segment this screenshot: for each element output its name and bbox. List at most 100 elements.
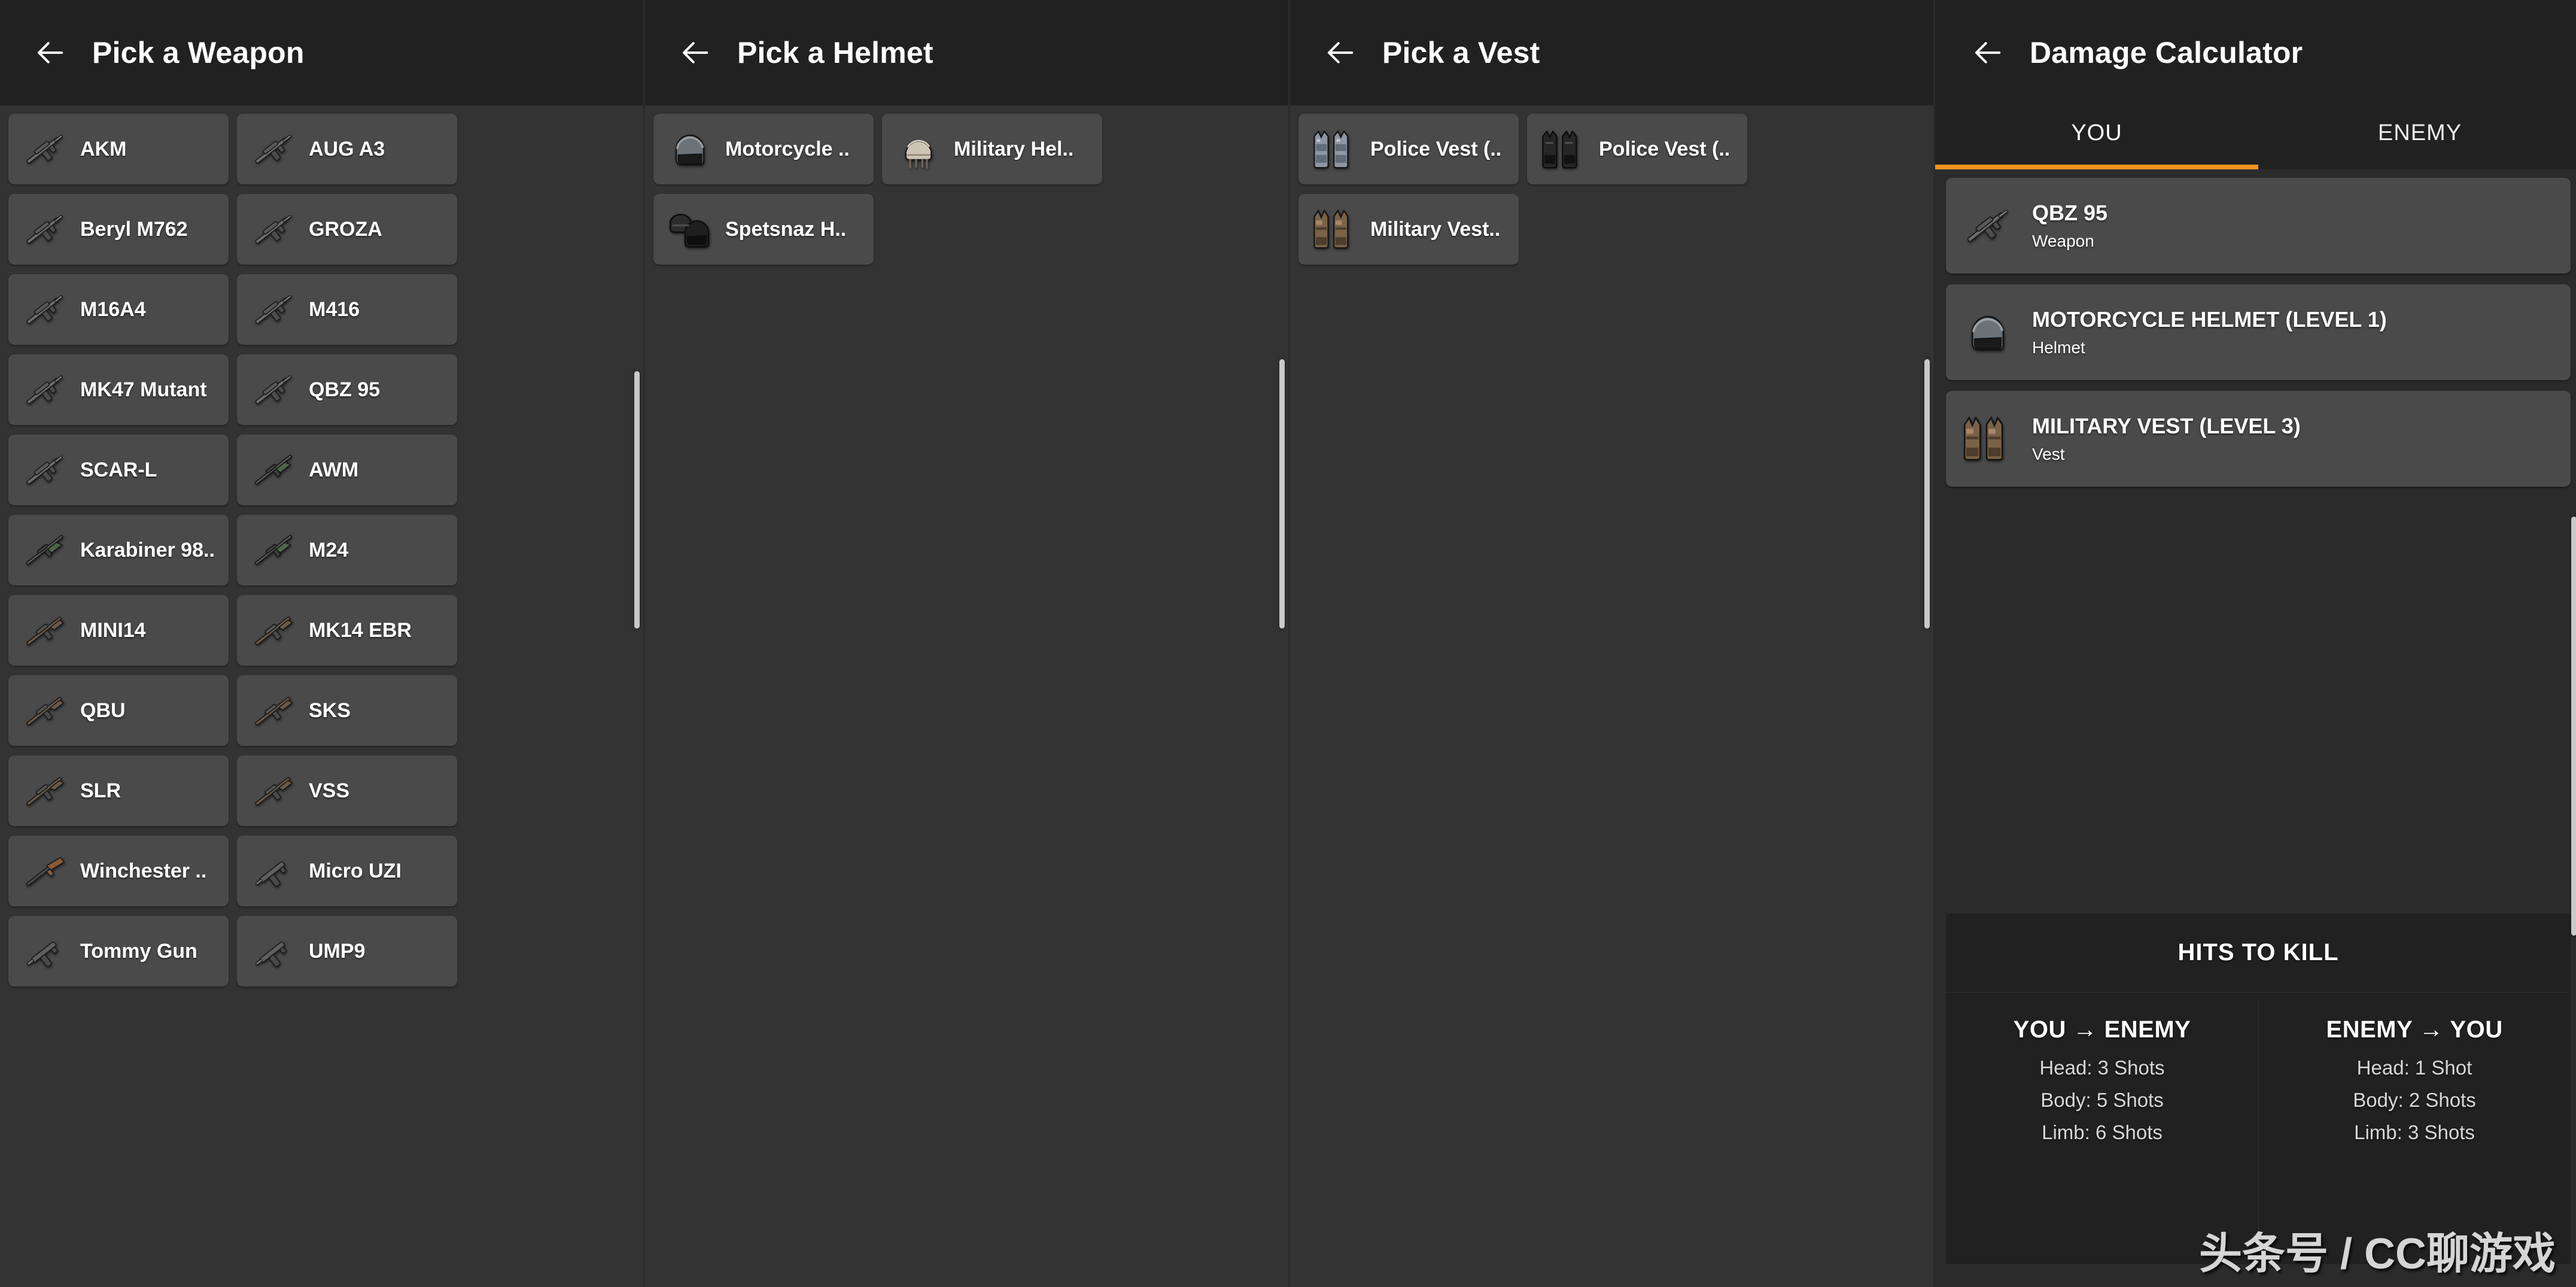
item-card[interactable]: SCAR-L	[8, 435, 229, 505]
item-card[interactable]: Spetsnaz H..	[653, 194, 874, 265]
damage-calculator-app: Pick a Weapon AKM AUG A3 Beryl M762 GROZA M1…	[0, 0, 2576, 1287]
equipment-kind: Vest	[2032, 445, 2065, 463]
helmet-scrollbar[interactable]	[1279, 359, 1285, 629]
item-label: AWM	[309, 458, 359, 481]
military-vest-icon	[1959, 410, 2017, 468]
item-label: SKS	[309, 699, 351, 722]
equipment-card[interactable]: MILITARY VEST (LEVEL 3) Vest	[1946, 391, 2571, 487]
item-card[interactable]: GROZA	[237, 194, 457, 265]
weapon-picker-column: Pick a Weapon AKM AUG A3 Beryl M762 GROZA M1…	[0, 0, 643, 1287]
police-vest-icon	[1309, 123, 1361, 175]
item-card[interactable]: AKM	[8, 114, 229, 184]
item-card[interactable]: Micro UZI	[237, 836, 457, 906]
equipment-kind: Weapon	[2032, 232, 2094, 250]
item-label: Karabiner 98..	[80, 538, 215, 561]
rifle-icon	[19, 444, 71, 496]
rifle-icon	[248, 284, 299, 335]
item-label: AKM	[80, 137, 127, 160]
item-card[interactable]: Winchester ..	[8, 836, 229, 906]
item-label: AUG A3	[309, 137, 385, 160]
item-card[interactable]: Karabiner 98..	[8, 515, 229, 585]
shotgun-icon	[19, 845, 71, 897]
weapon-title: Pick a Weapon	[92, 36, 305, 69]
item-label: Spetsnaz H..	[725, 217, 847, 241]
equipment-card[interactable]: MOTORCYCLE HELMET (LEVEL 1) Helmet	[1946, 284, 2571, 380]
item-card[interactable]: QBZ 95	[237, 354, 457, 425]
military-vest-icon	[1309, 204, 1361, 255]
rifle-icon	[248, 364, 299, 415]
item-label: GROZA	[309, 217, 382, 241]
item-card[interactable]: MINI14	[8, 595, 229, 666]
tab-enemy[interactable]: ENEMY	[2258, 105, 2576, 169]
helmet-picker-column: Pick a Helmet Motorcycle .. Military Hel.…	[645, 0, 1288, 1287]
back-arrow-icon[interactable]	[1321, 34, 1358, 71]
helmet-title: Pick a Helmet	[737, 36, 933, 69]
item-label: Police Vest (..	[1370, 137, 1502, 160]
hits-to-kill-title: HITS TO KILL	[1946, 913, 2571, 992]
back-arrow-icon[interactable]	[1969, 34, 2006, 71]
item-card[interactable]: M24	[237, 515, 457, 585]
back-arrow-icon[interactable]	[676, 34, 713, 71]
helmet-header: Pick a Helmet	[645, 0, 1288, 105]
equipment-card[interactable]: QBZ 95 Weapon	[1946, 178, 2571, 274]
item-card[interactable]: Military Hel..	[882, 114, 1102, 184]
military-helmet-icon	[893, 123, 944, 175]
item-card[interactable]: Police Vest (..	[1527, 114, 1747, 184]
active-tab-indicator	[1935, 165, 2258, 169]
item-label: QBZ 95	[309, 378, 381, 401]
hits-heading: YOU → ENEMY	[2013, 1016, 2191, 1043]
item-label: QBU	[80, 699, 126, 722]
rifle-icon	[248, 204, 299, 255]
sniper-icon	[248, 524, 299, 576]
sniper-icon	[19, 524, 71, 576]
back-arrow-icon[interactable]	[31, 34, 68, 71]
hits-head-line: Head: 3 Shots	[2039, 1057, 2165, 1079]
item-label: SLR	[80, 779, 121, 802]
hits-to-kill-columns: YOU → ENEMY Head: 3 Shots Body: 5 Shots …	[1946, 992, 2571, 1264]
item-card[interactable]: Motorcycle ..	[653, 114, 874, 184]
sniper-icon	[248, 444, 299, 496]
item-card[interactable]: MK14 EBR	[237, 595, 457, 666]
calculator-scrollbar[interactable]	[2571, 517, 2576, 936]
dmr-icon	[248, 765, 299, 816]
police-vest-dark-icon	[1538, 123, 1589, 175]
equipment-name: QBZ 95	[2032, 201, 2108, 225]
equipment-text: QBZ 95 Weapon	[2032, 201, 2107, 251]
item-label: MK47 Mutant	[80, 378, 207, 401]
item-card[interactable]: Military Vest..	[1298, 194, 1519, 265]
item-label: UMP9	[309, 939, 366, 963]
weapon-scrollbar[interactable]	[634, 371, 640, 629]
motorcycle-helmet-icon	[1959, 303, 2017, 361]
hits-heading: ENEMY → YOU	[2326, 1016, 2503, 1043]
item-card[interactable]: SLR	[8, 755, 229, 826]
item-card[interactable]: Beryl M762	[8, 194, 229, 265]
equipment-name: MILITARY VEST (LEVEL 3)	[2032, 414, 2301, 438]
dmr-icon	[19, 765, 71, 816]
vest-picker-column: Pick a Vest Police Vest (.. Police Vest (…	[1290, 0, 1933, 1287]
item-card[interactable]: UMP9	[237, 916, 457, 987]
smg-icon	[248, 925, 299, 977]
tab-you[interactable]: YOU	[1935, 105, 2258, 169]
item-card[interactable]: Tommy Gun	[8, 916, 229, 987]
item-card[interactable]: AUG A3	[237, 114, 457, 184]
item-card[interactable]: AWM	[237, 435, 457, 505]
rifle-icon	[19, 364, 71, 415]
damage-calculator-column: Damage Calculator YOU ENEMY QBZ 95 Weapon…	[1935, 0, 2576, 1287]
vest-scrollbar[interactable]	[1924, 359, 1930, 629]
item-label: VSS	[309, 779, 350, 802]
weapon-header: Pick a Weapon	[0, 0, 643, 105]
item-card[interactable]: M16A4	[8, 274, 229, 345]
item-card[interactable]: VSS	[237, 755, 457, 826]
weapon-grid: AKM AUG A3 Beryl M762 GROZA M16A4 M416 MK47 Mu…	[0, 105, 643, 1287]
rifle-icon	[19, 123, 71, 175]
item-card[interactable]: M416	[237, 274, 457, 345]
calculator-tabs: YOU ENEMY	[1935, 105, 2576, 169]
item-card[interactable]: SKS	[237, 675, 457, 746]
item-label: Military Hel..	[954, 137, 1074, 160]
spetsnaz-helmet-icon	[664, 204, 716, 255]
item-label: Micro UZI	[309, 859, 402, 882]
item-card[interactable]: MK47 Mutant	[8, 354, 229, 425]
equipment-kind: Helmet	[2032, 338, 2085, 357]
item-card[interactable]: QBU	[8, 675, 229, 746]
item-card[interactable]: Police Vest (..	[1298, 114, 1519, 184]
